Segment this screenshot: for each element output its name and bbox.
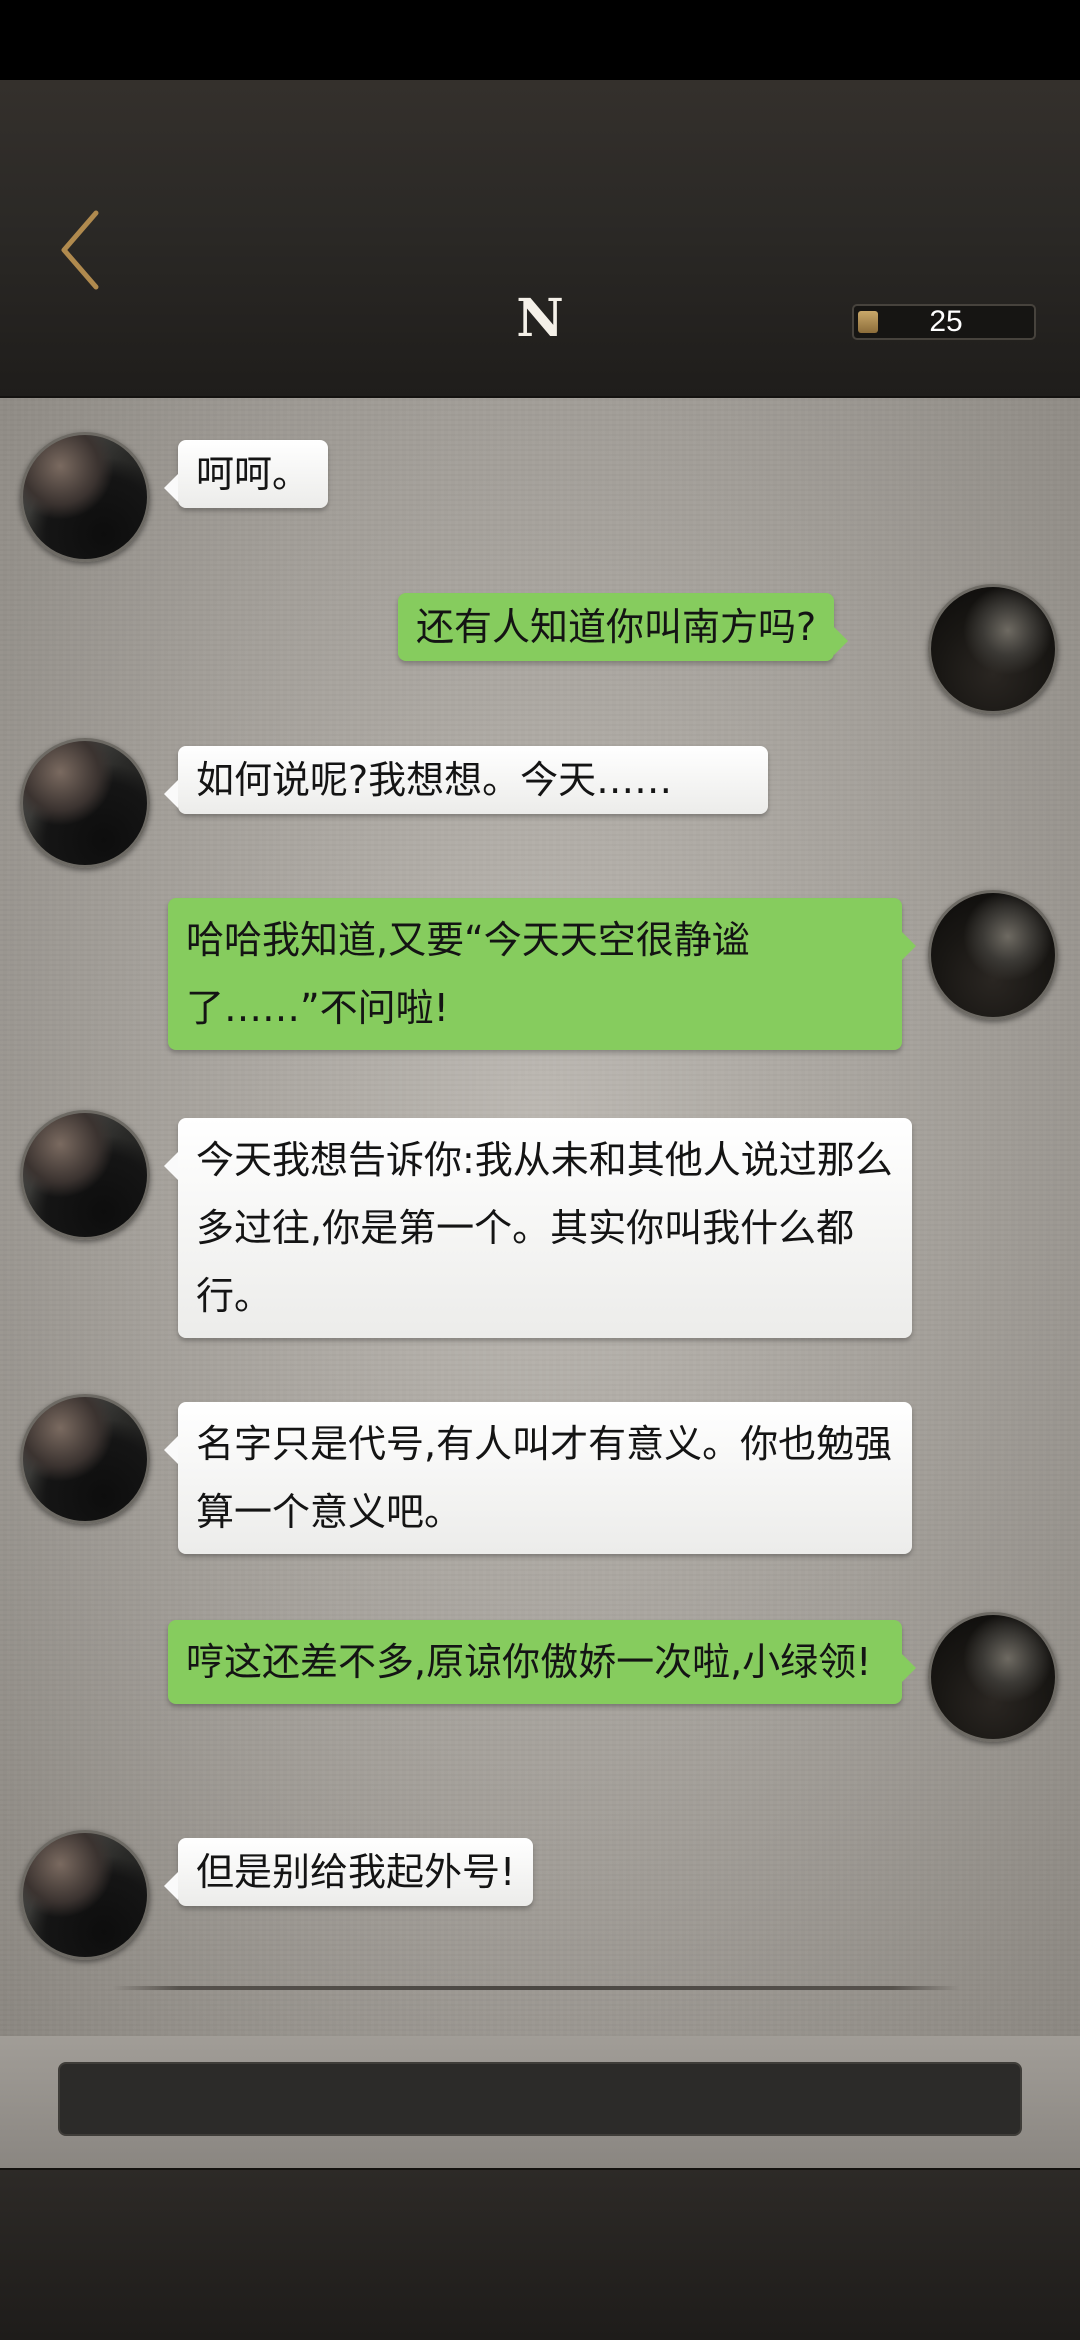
contact-avatar[interactable] xyxy=(20,1394,150,1524)
message-bubble: 还有人知道你叫南方吗? xyxy=(398,593,849,661)
message-text: 今天我想告诉你:我从未和其他人说过那么多过往,你是第一个。其实你叫我什么都行。 xyxy=(196,1138,893,1318)
message-bubble: 名字只是代号,有人叫才有意义。你也勉强算一个意义吧。 xyxy=(164,1402,912,1554)
message-bubble: 今天我想告诉你:我从未和其他人说过那么多过往,你是第一个。其实你叫我什么都行。 xyxy=(164,1118,912,1338)
energy-counter: 25 xyxy=(852,304,1036,340)
divider xyxy=(112,1986,960,1990)
message-bubble: 哈哈我知道,又要“今天天空很静谧了……”不问啦! xyxy=(168,898,916,1050)
back-button[interactable] xyxy=(52,205,112,295)
contact-avatar[interactable] xyxy=(20,738,150,868)
energy-value: 25 xyxy=(929,305,963,338)
message-text: 如何说呢?我想想。今天…… xyxy=(196,758,673,802)
chat-header xyxy=(0,80,1080,398)
user-avatar[interactable] xyxy=(928,1612,1058,1742)
chat-area[interactable]: 呵呵。 还有人知道你叫南方吗? 如何说呢?我想想。今天…… 哈哈我知道,又要“今… xyxy=(0,398,1080,2036)
status-bar xyxy=(0,0,1080,80)
message-input[interactable] xyxy=(58,2062,1022,2136)
message-bubble: 如何说呢?我想想。今天…… xyxy=(164,746,768,814)
message-text: 但是别给我起外号! xyxy=(196,1850,516,1894)
contact-avatar[interactable] xyxy=(20,1110,150,1240)
contact-avatar[interactable] xyxy=(20,1830,150,1960)
input-bar xyxy=(0,2036,1080,2168)
bottom-panel xyxy=(0,2168,1080,2340)
message-text: 名字只是代号,有人叫才有意义。你也勉强算一个意义吧。 xyxy=(196,1422,893,1534)
message-bubble: 哼这还差不多,原谅你傲娇一次啦,小绿领! xyxy=(168,1620,916,1704)
message-text: 哼这还差不多,原谅你傲娇一次啦,小绿领! xyxy=(186,1640,872,1684)
user-avatar[interactable] xyxy=(928,890,1058,1020)
message-text: 呵呵。 xyxy=(196,452,311,496)
user-avatar[interactable] xyxy=(928,584,1058,714)
chevron-left-icon xyxy=(61,210,99,290)
message-bubble: 呵呵。 xyxy=(163,440,329,508)
contact-avatar[interactable] xyxy=(20,432,150,562)
message-text: 还有人知道你叫南方吗? xyxy=(416,605,817,649)
message-bubble: 但是别给我起外号! xyxy=(163,1838,534,1906)
message-text: 哈哈我知道,又要“今天天空很静谧了……”不问啦! xyxy=(186,918,750,1030)
